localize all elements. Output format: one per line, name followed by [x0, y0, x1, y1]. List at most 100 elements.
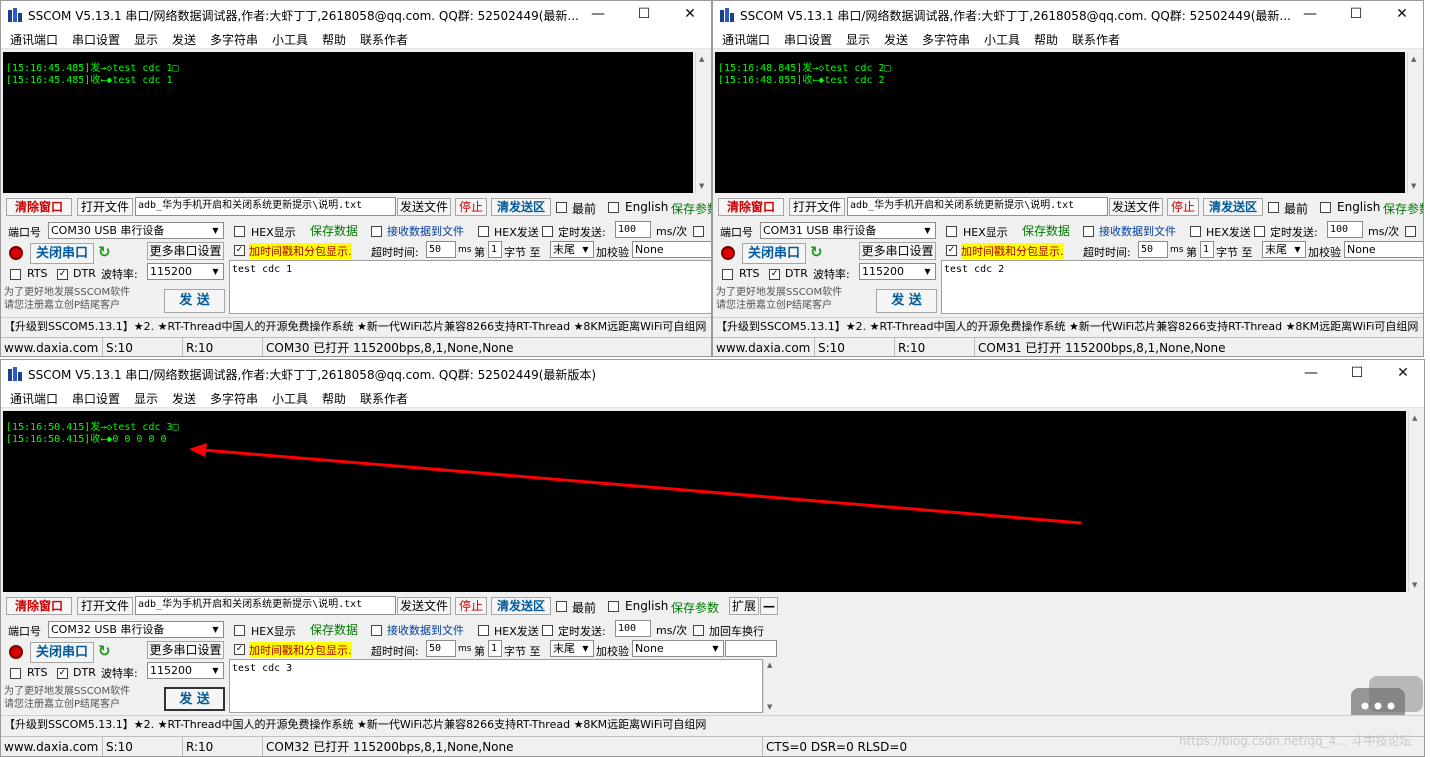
send-button[interactable]: 发 送 — [164, 687, 225, 711]
hex-display-checkbox[interactable] — [234, 226, 245, 237]
checksum-select[interactable]: None — [632, 241, 711, 258]
menu-contact[interactable]: 联系作者 — [360, 390, 408, 407]
menu-serial-settings[interactable]: 串口设置 — [72, 390, 120, 407]
timed-send-checkbox[interactable] — [542, 226, 553, 237]
refresh-icon[interactable]: ↻ — [98, 642, 111, 660]
hex-display-checkbox[interactable] — [946, 226, 957, 237]
save-data-button[interactable]: 保存数据 — [1016, 223, 1076, 241]
refresh-icon[interactable]: ↻ — [98, 243, 111, 261]
rts-checkbox[interactable] — [10, 269, 21, 280]
minimize-button[interactable]: — — [1288, 360, 1334, 386]
status-website[interactable]: www.daxia.com — [713, 338, 815, 356]
hex-send-checkbox[interactable] — [1190, 226, 1201, 237]
english-checkbox[interactable] — [1320, 202, 1331, 213]
end-select[interactable]: 末尾 ▼ — [1262, 241, 1306, 258]
recv-to-file-checkbox[interactable] — [1083, 226, 1094, 237]
minimize-button[interactable]: — — [575, 1, 621, 27]
clear-send-button[interactable]: 清发送区 — [491, 198, 551, 216]
close-button[interactable]: ✕ — [1380, 360, 1424, 386]
menu-multi-string[interactable]: 多字符串 — [210, 31, 258, 48]
close-button[interactable]: ✕ — [1379, 1, 1423, 27]
scroll-down-icon[interactable]: ▼ — [1411, 182, 1416, 190]
open-file-button[interactable]: 打开文件 — [77, 198, 133, 216]
end-select[interactable]: 末尾 ▼ — [550, 241, 594, 258]
menu-tools[interactable]: 小工具 — [984, 31, 1020, 48]
close-port-button[interactable]: 关闭串口 — [30, 642, 94, 663]
send-button[interactable]: 发 送 — [164, 289, 225, 313]
menu-send[interactable]: 发送 — [172, 390, 196, 407]
menu-contact[interactable]: 联系作者 — [1072, 31, 1120, 48]
terminal-scrollbar[interactable]: ▲ ▼ — [695, 52, 710, 193]
clear-send-button[interactable]: 清发送区 — [491, 597, 551, 615]
add-crlf-checkbox[interactable] — [1405, 226, 1416, 237]
menu-tools[interactable]: 小工具 — [272, 31, 308, 48]
save-data-button[interactable]: 保存数据 — [304, 223, 364, 241]
send-text-area[interactable]: test cdc 3 — [229, 659, 763, 713]
timed-send-checkbox[interactable] — [1254, 226, 1265, 237]
menu-contact[interactable]: 联系作者 — [360, 31, 408, 48]
port-select[interactable]: COM32 USB 串行设备 ▼ — [48, 621, 224, 638]
file-path-field[interactable]: adb_华为手机开启和关闭系统更新提示\说明.txt — [847, 197, 1108, 216]
stop-button[interactable]: 停止 — [455, 198, 487, 216]
port-select[interactable]: COM31 USB 串行设备 ▼ — [760, 222, 936, 239]
checksum-select[interactable]: None ▼ — [632, 640, 724, 657]
clear-window-button[interactable]: 清除窗口 — [6, 198, 72, 216]
title-bar[interactable]: SSCOM V5.13.1 串口/网络数据调试器,作者:大虾丁丁,2618058… — [1, 1, 711, 29]
timeout-field[interactable]: 50 — [426, 640, 456, 657]
terminal-scrollbar[interactable]: ▲ ▼ — [1408, 411, 1423, 592]
baud-select[interactable]: 115200 ▼ — [147, 263, 224, 280]
menu-serial-settings[interactable]: 串口设置 — [72, 31, 120, 48]
baud-select[interactable]: 115200 ▼ — [147, 662, 224, 679]
menu-multi-string[interactable]: 多字符串 — [210, 390, 258, 407]
nth-field[interactable]: 1 — [488, 241, 502, 258]
port-select[interactable]: COM30 USB 串行设备 ▼ — [48, 222, 224, 239]
scroll-up-icon[interactable]: ▲ — [1411, 55, 1416, 63]
menu-help[interactable]: 帮助 — [322, 31, 346, 48]
checksum-result-field[interactable] — [725, 640, 777, 657]
scroll-down-icon[interactable]: ▼ — [699, 182, 704, 190]
send-text-area[interactable]: test cdc 1 — [229, 260, 711, 314]
timed-interval-field[interactable]: 100 — [1327, 221, 1363, 238]
timeout-field[interactable]: 50 — [426, 241, 456, 258]
terminal-scrollbar[interactable]: ▲ ▼ — [1407, 52, 1422, 193]
topmost-checkbox[interactable] — [556, 202, 567, 213]
scroll-down-icon[interactable]: ▼ — [767, 703, 772, 711]
minimize-button[interactable]: — — [1287, 1, 1333, 27]
maximize-button[interactable]: ☐ — [621, 1, 667, 27]
menu-display[interactable]: 显示 — [134, 31, 158, 48]
english-checkbox[interactable] — [608, 601, 619, 612]
clear-send-button[interactable]: 清发送区 — [1203, 198, 1263, 216]
baud-select[interactable]: 115200 ▼ — [859, 263, 936, 280]
status-website[interactable]: www.daxia.com — [1, 338, 103, 356]
send-text-area[interactable]: test cdc 2 — [941, 260, 1423, 314]
menu-help[interactable]: 帮助 — [322, 390, 346, 407]
file-path-field[interactable]: adb_华为手机开启和关闭系统更新提示\说明.txt — [135, 197, 396, 216]
rts-checkbox[interactable] — [10, 668, 21, 679]
clear-window-button[interactable]: 清除窗口 — [718, 198, 784, 216]
stop-button[interactable]: 停止 — [455, 597, 487, 615]
title-bar[interactable]: SSCOM V5.13.1 串口/网络数据调试器,作者:大虾丁丁,2618058… — [713, 1, 1423, 29]
menu-multi-string[interactable]: 多字符串 — [922, 31, 970, 48]
refresh-icon[interactable]: ↻ — [810, 243, 823, 261]
menu-display[interactable]: 显示 — [846, 31, 870, 48]
close-port-button[interactable]: 关闭串口 — [30, 243, 94, 264]
maximize-button[interactable]: ☐ — [1334, 360, 1380, 386]
dtr-checkbox[interactable]: ✓ — [57, 668, 68, 679]
more-settings-button[interactable]: 更多串口设置 — [859, 242, 936, 260]
collapse-button[interactable]: — — [760, 597, 778, 615]
menu-send[interactable]: 发送 — [884, 31, 908, 48]
rts-checkbox[interactable] — [722, 269, 733, 280]
topmost-checkbox[interactable] — [556, 601, 567, 612]
timed-interval-field[interactable]: 100 — [615, 221, 651, 238]
scroll-up-icon[interactable]: ▲ — [767, 661, 772, 669]
menu-serial-settings[interactable]: 串口设置 — [784, 31, 832, 48]
scroll-down-icon[interactable]: ▼ — [1412, 581, 1417, 589]
stop-button[interactable]: 停止 — [1167, 198, 1199, 216]
menu-comm-port[interactable]: 通讯端口 — [722, 31, 770, 48]
timestamp-checkbox[interactable]: ✓ — [234, 245, 245, 256]
timeout-field[interactable]: 50 — [1138, 241, 1168, 258]
english-checkbox[interactable] — [608, 202, 619, 213]
menu-tools[interactable]: 小工具 — [272, 390, 308, 407]
title-bar[interactable]: SSCOM V5.13.1 串口/网络数据调试器,作者:大虾丁丁,2618058… — [1, 360, 1424, 388]
timed-send-checkbox[interactable] — [542, 625, 553, 636]
